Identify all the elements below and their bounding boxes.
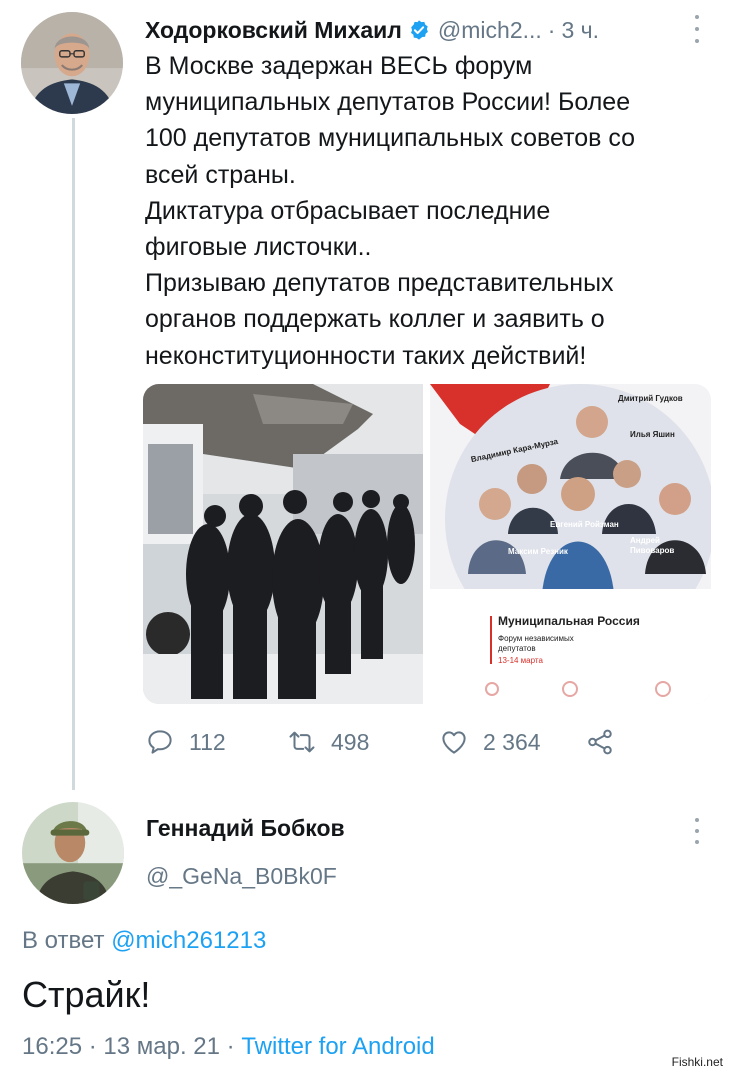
tweet-text-line: муниципальных депутатов России! Более <box>145 88 631 117</box>
tweet-text-line: В Москве задержан ВЕСЬ форум <box>145 52 533 80</box>
tweet-source-link[interactable]: Twitter for Android <box>241 1033 434 1060</box>
tweet-text-line: органов поддержать коллег и заявить о <box>145 305 605 334</box>
share-button[interactable] <box>585 722 615 762</box>
separator-dot: · <box>547 16 556 43</box>
poster-name: Дмитрий Гудков <box>618 394 683 403</box>
share-icon <box>585 727 615 757</box>
poster-name: Евгений Ройзман <box>550 520 619 529</box>
thread-line <box>72 118 75 790</box>
tweet-timestamp[interactable]: 16:25 · 13 мар. 21 · <box>22 1033 241 1060</box>
author-name[interactable]: Ходорковский Михаил <box>145 17 402 44</box>
reply-author-name[interactable]: Геннадий Бобков <box>146 815 345 842</box>
poster-name: Андрей <box>630 536 660 545</box>
poster-title: Муниципальная Россия <box>498 614 640 628</box>
poster-dates: 13-14 марта <box>498 656 543 665</box>
poster-name: Максим Резник <box>508 547 568 556</box>
tweet-text: В Москве задержан ВЕСЬ форум муниципальн… <box>145 48 715 374</box>
avatar-khodorkovsky[interactable] <box>21 12 123 114</box>
tweet-header: Ходорковский Михаил @mich2... · 3 ч. <box>145 12 720 48</box>
more-icon[interactable] <box>687 818 707 844</box>
like-button[interactable]: 2 364 <box>439 722 541 762</box>
like-icon <box>439 727 469 757</box>
retweet-button[interactable]: 498 <box>287 722 369 762</box>
tweet-text-line: 100 депутатов муниципальных советов со <box>145 124 636 153</box>
author-handle[interactable]: @mich2... <box>438 17 542 44</box>
reply-context: В ответ @mich261213 <box>22 927 266 955</box>
poster-name: Пивоваров <box>630 546 675 555</box>
tweet-meta: 16:25 · 13 мар. 21 · Twitter for Android <box>22 1033 435 1061</box>
poster-name: Илья Яшин <box>630 430 675 439</box>
verified-badge-icon <box>408 19 430 41</box>
retweet-count: 498 <box>331 728 370 755</box>
tweet-text-line: всей страны. <box>145 160 296 189</box>
tweet-photo-forum-poster[interactable]: Дмитрий Гудков Владимир Кара-Мурза Илья … <box>430 384 711 704</box>
reply-icon <box>145 727 175 757</box>
tweet-photo-police[interactable] <box>143 384 423 704</box>
reply-prefix: В ответ <box>22 927 105 954</box>
tweet-time[interactable]: 3 ч. <box>561 17 599 44</box>
tweet-text-line: фиговые листочки.. <box>145 233 372 262</box>
retweet-icon <box>287 727 317 757</box>
tweet-text-line: Диктатура отбрасывает последние <box>145 196 551 225</box>
reply-count: 112 <box>189 728 226 755</box>
like-count: 2 364 <box>483 728 541 755</box>
reply-author-handle[interactable]: @_GeNa_B0Bk0F <box>146 863 337 890</box>
reply-mention-link[interactable]: @mich261213 <box>111 927 266 954</box>
more-icon[interactable] <box>687 15 707 43</box>
poster-subtitle: Форум независимых <box>498 634 574 643</box>
tweet-actions: 112 498 2 364 <box>145 722 625 762</box>
avatar-bobkov[interactable] <box>22 802 124 904</box>
reply-button[interactable]: 112 <box>145 722 226 762</box>
tweet-text-line: Призываю депутатов представительных <box>145 269 614 298</box>
tweet-text-line: неконституционности таких действий! <box>145 341 587 370</box>
reply-tweet-text: Страйк! <box>22 974 151 1015</box>
poster-subtitle: депутатов <box>498 644 536 653</box>
watermark: Fishki.net <box>668 1054 726 1070</box>
